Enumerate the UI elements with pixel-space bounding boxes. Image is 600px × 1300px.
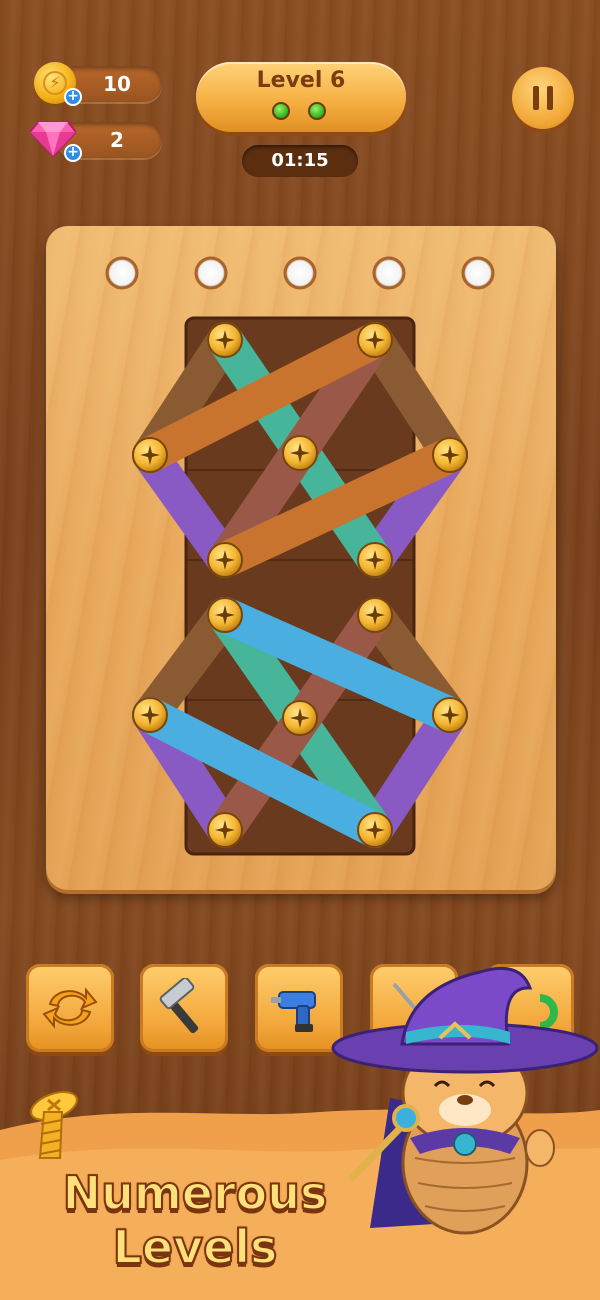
shuffle-button[interactable] <box>26 964 114 1052</box>
promo-line-2: Levels <box>112 1219 279 1275</box>
plank-puzzle[interactable] <box>0 0 600 900</box>
wizard-mascot-icon <box>331 966 599 1235</box>
drill-icon <box>271 991 316 1032</box>
hammer-button[interactable] <box>140 964 228 1052</box>
shuffle-arrows-icon <box>42 987 98 1029</box>
empty-holes[interactable] <box>105 256 495 290</box>
hammer-icon <box>159 978 199 1034</box>
promo-line-1: Numerous <box>62 1165 329 1221</box>
golden-screw-icon <box>30 1091 78 1159</box>
